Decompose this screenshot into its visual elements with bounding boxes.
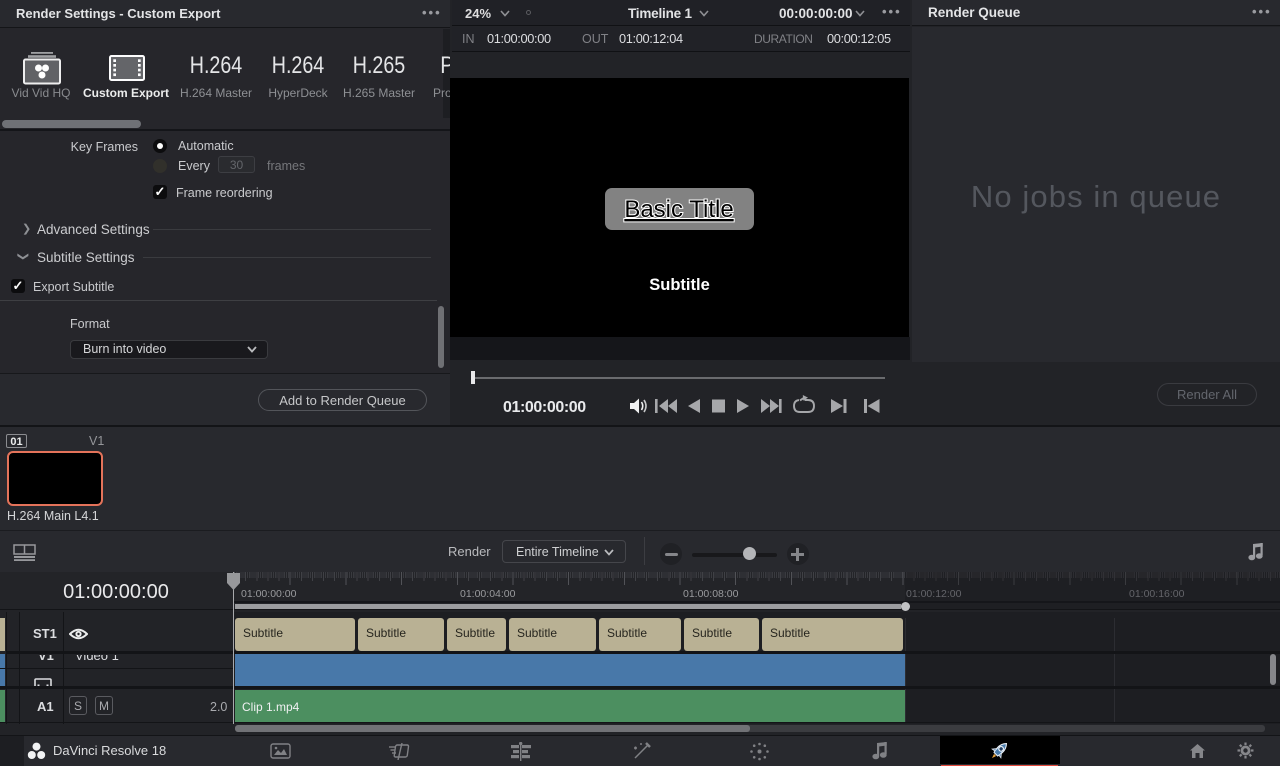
svg-text:Basic Title: Basic Title xyxy=(624,196,733,223)
